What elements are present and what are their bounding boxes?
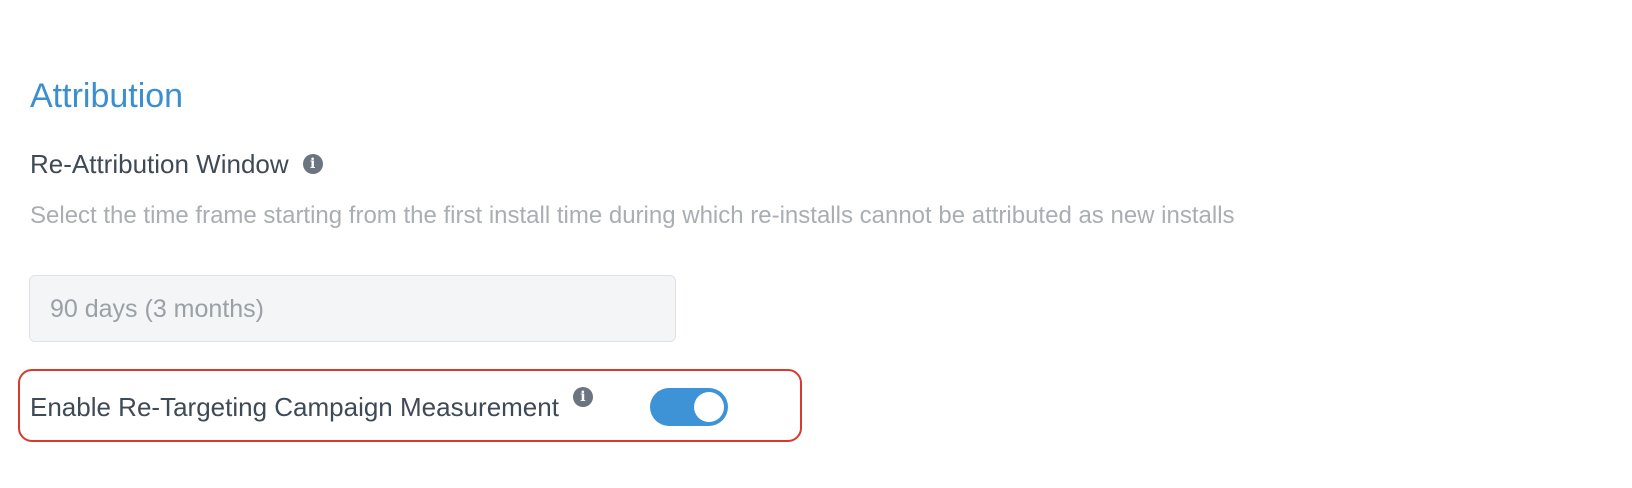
retargeting-toggle-switch[interactable] xyxy=(650,388,728,426)
reattribution-window-select[interactable]: 90 days (3 months) xyxy=(29,275,676,342)
reattribution-window-description: Select the time frame starting from the … xyxy=(30,202,1235,229)
section-title: Attribution xyxy=(30,77,184,115)
reattribution-window-label-row: Re-Attribution Window i xyxy=(30,148,323,180)
retargeting-label-row: Enable Re-Targeting Campaign Measurement… xyxy=(30,386,593,428)
reattribution-window-selected-value: 90 days (3 months) xyxy=(50,294,264,323)
reattribution-window-label: Re-Attribution Window xyxy=(30,149,289,179)
info-icon[interactable]: i xyxy=(572,387,593,407)
retargeting-toggle-label: Enable Re-Targeting Campaign Measurement xyxy=(30,392,559,422)
toggle-knob xyxy=(694,392,724,422)
info-icon[interactable]: i xyxy=(302,154,323,174)
attribution-settings-page: Attribution Re-Attribution Window i Sele… xyxy=(0,0,1632,488)
